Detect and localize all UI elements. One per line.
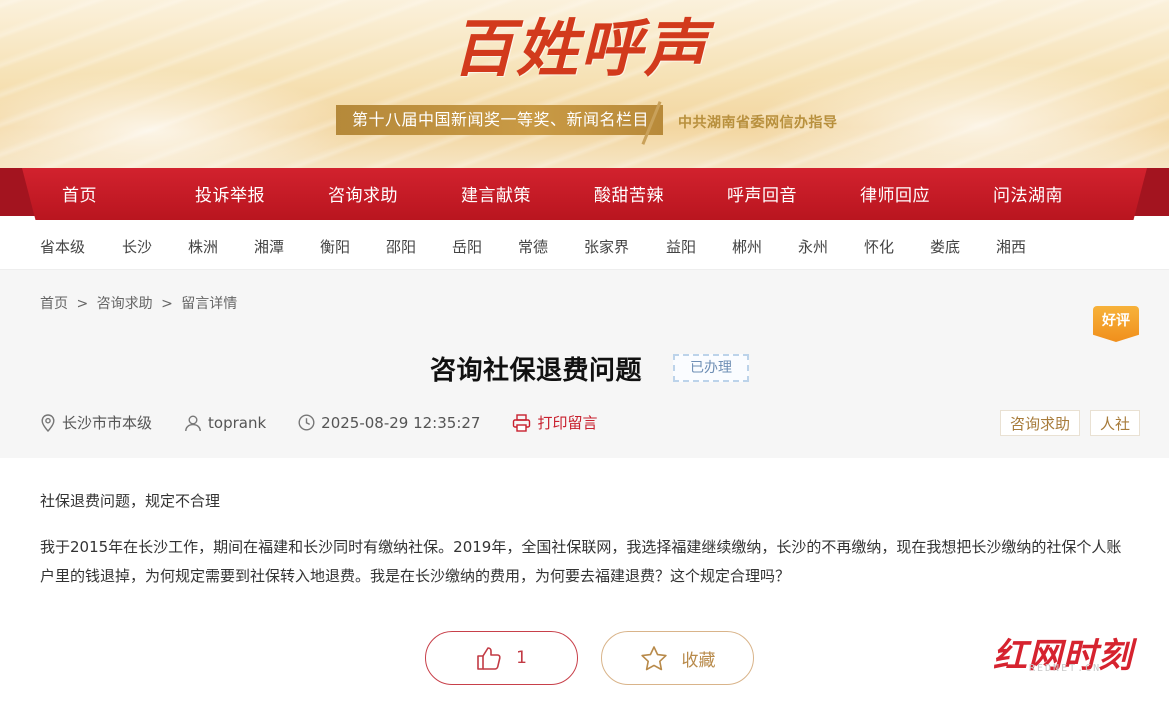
like-count: 1 xyxy=(516,648,527,668)
post-body: 我于2015年在长沙工作，期间在福建和长沙同时有缴纳社保。2019年，全国社保联… xyxy=(40,538,1122,585)
star-icon xyxy=(640,645,667,670)
region-item[interactable]: 娄底 xyxy=(930,222,996,269)
nav-item-echo[interactable]: 呼声回音 xyxy=(707,168,840,220)
meta-location: 长沙市市本级 xyxy=(40,412,152,433)
region-item[interactable]: 湘西 xyxy=(996,222,1062,269)
post-header: 首页 > 咨询求助 > 留言详情 好评 咨询社保退费问题 已办理 长沙市市本级 … xyxy=(0,270,1169,458)
region-item[interactable]: 株洲 xyxy=(188,222,254,269)
region-item[interactable]: 湘潭 xyxy=(254,222,320,269)
site-logo[interactable]: 百姓呼声 xyxy=(452,6,732,92)
breadcrumb-home[interactable]: 首页 xyxy=(40,296,68,312)
location-pin-icon xyxy=(41,413,55,432)
thumbs-up-icon xyxy=(477,647,501,670)
nav-item-law-hunan[interactable]: 问法湖南 xyxy=(973,168,1106,220)
breadcrumb-separator: > xyxy=(161,296,173,312)
favorite-button[interactable]: 收藏 xyxy=(601,631,754,685)
status-badge: 已办理 xyxy=(673,354,749,382)
region-item[interactable]: 永州 xyxy=(798,222,864,269)
favorite-label: 收藏 xyxy=(681,650,716,671)
breadcrumb-consult[interactable]: 咨询求助 xyxy=(97,296,153,312)
region-item[interactable]: 张家界 xyxy=(584,222,666,269)
main-nav: 首页 投诉举报 咨询求助 建言献策 酸甜苦辣 呼声回音 律师回应 问法湖南 xyxy=(0,168,1169,220)
clock-icon xyxy=(298,414,315,431)
region-item[interactable]: 省本级 xyxy=(40,222,122,269)
tag-category[interactable]: 咨询求助 xyxy=(999,410,1080,436)
post-meta: 长沙市市本级 toprank 2025-08-29 12:35:27 打印留言 xyxy=(40,412,629,433)
guide-text: 中共湖南省委网信办指导 xyxy=(678,115,838,131)
region-item[interactable]: 衡阳 xyxy=(320,222,386,269)
user-icon xyxy=(185,415,201,431)
banner-cloud-left xyxy=(0,70,360,170)
post-content: 社保退费问题，规定不合理 我于2015年在长沙工作，期间在福建和长沙同时有缴纳社… xyxy=(40,490,1130,591)
author-text: toprank xyxy=(208,413,267,432)
breadcrumb-separator: > xyxy=(76,296,89,312)
breadcrumb: 首页 > 咨询求助 > 留言详情 xyxy=(40,293,241,313)
region-item[interactable]: 益阳 xyxy=(666,222,732,269)
region-item[interactable]: 岳阳 xyxy=(452,222,518,269)
watermark-logo: 红网时刻 REDNET.CN xyxy=(993,628,1145,676)
region-item[interactable]: 邵阳 xyxy=(386,222,452,269)
region-item[interactable]: 郴州 xyxy=(732,222,798,269)
nav-item-consult[interactable]: 咨询求助 xyxy=(308,168,441,220)
nav-item-suggest[interactable]: 建言献策 xyxy=(441,168,574,220)
print-label: 打印留言 xyxy=(537,414,598,432)
time-text: 2025-08-29 12:35:27 xyxy=(321,413,481,432)
nav-item-life[interactable]: 酸甜苦辣 xyxy=(574,168,707,220)
region-nav: 省本级 长沙 株洲 湘潭 衡阳 邵阳 岳阳 常德 张家界 益阳 郴州 永州 怀化… xyxy=(0,222,1169,270)
post-title: 咨询社保退费问题 xyxy=(430,356,643,386)
region-item[interactable]: 怀化 xyxy=(864,222,930,269)
good-review-badge: 好评 xyxy=(1093,306,1139,342)
post-tags: 咨询求助 人社 xyxy=(990,410,1140,436)
meta-author: toprank xyxy=(184,414,266,432)
breadcrumb-current: 留言详情 xyxy=(181,296,238,312)
printer-icon xyxy=(513,413,531,432)
award-ribbon: 第十八届中国新闻奖一等奖、新闻名栏目 xyxy=(336,105,664,135)
watermark-sub: REDNET.CN xyxy=(1029,663,1102,674)
location-text: 长沙市市本级 xyxy=(62,414,153,432)
like-button[interactable]: 1 xyxy=(425,631,578,685)
meta-time: 2025-08-29 12:35:27 xyxy=(298,414,480,432)
post-summary: 社保退费问题，规定不合理 xyxy=(40,492,221,510)
nav-item-home[interactable]: 首页 xyxy=(42,168,175,220)
nav-item-complaint[interactable]: 投诉举报 xyxy=(175,168,308,220)
nav-item-lawyer[interactable]: 律师回应 xyxy=(840,168,973,220)
region-item[interactable]: 长沙 xyxy=(122,222,188,269)
tag-department[interactable]: 人社 xyxy=(1089,410,1140,436)
print-button[interactable]: 打印留言 xyxy=(512,412,597,433)
header-banner: 百姓呼声 第十八届中国新闻奖一等奖、新闻名栏目 中共湖南省委网信办指导 xyxy=(0,0,1169,170)
nav-items: 首页 投诉举报 咨询求助 建言献策 酸甜苦辣 呼声回音 律师回应 问法湖南 xyxy=(42,168,1106,220)
region-item[interactable]: 常德 xyxy=(518,222,584,269)
